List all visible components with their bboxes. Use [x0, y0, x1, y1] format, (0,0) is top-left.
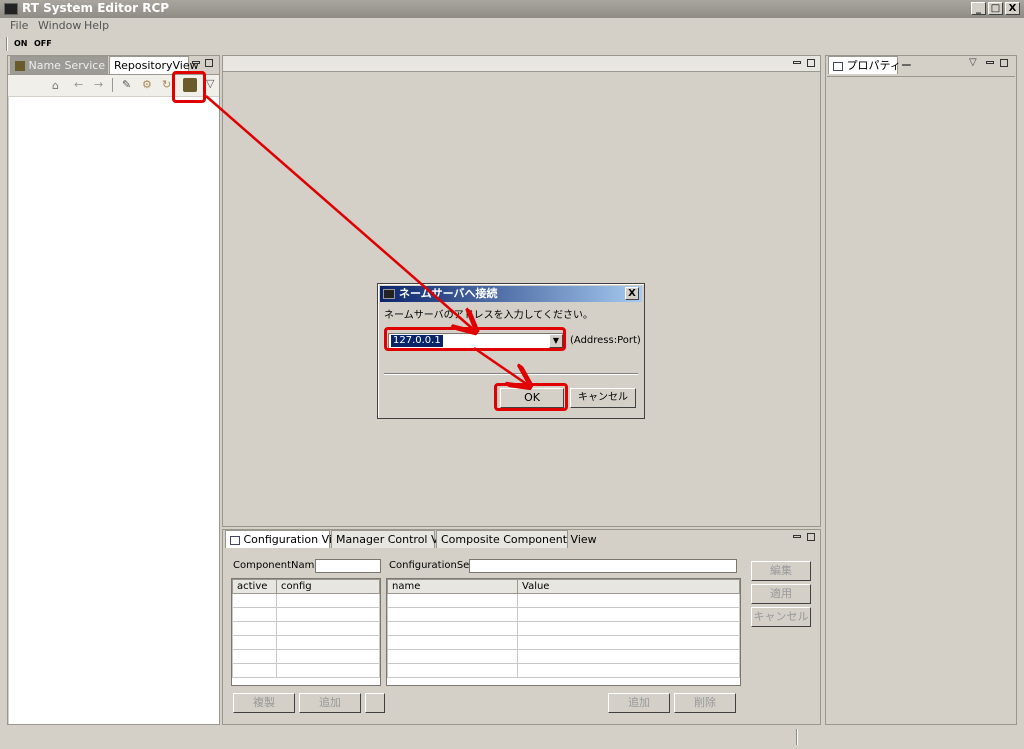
arrow-to-address-field — [205, 95, 474, 330]
annotation-arrows — [205, 95, 1024, 749]
arrow-to-ok-button — [473, 346, 528, 385]
